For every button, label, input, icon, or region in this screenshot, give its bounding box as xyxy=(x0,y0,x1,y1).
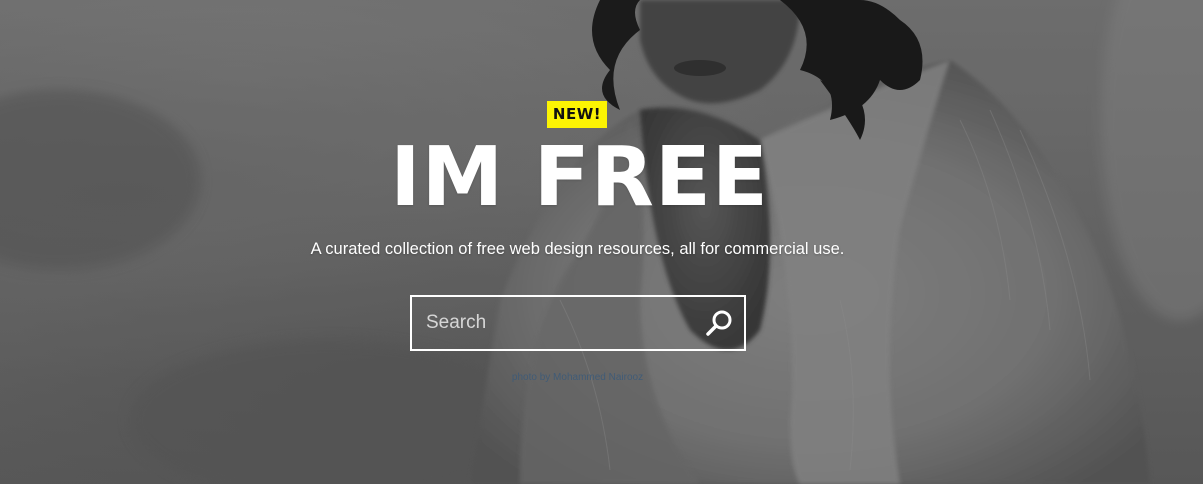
site-tagline: A curated collection of free web design … xyxy=(310,240,845,258)
new-badge: NEW! xyxy=(547,101,607,128)
search-form xyxy=(410,295,746,351)
hero-section: NEW! IM FREE A curated collection of fre… xyxy=(0,0,1203,484)
search-input[interactable] xyxy=(412,297,692,349)
search-icon xyxy=(702,310,736,343)
site-title: IM FREE xyxy=(390,130,769,225)
search-button[interactable] xyxy=(702,306,736,340)
hero-content: NEW! IM FREE A curated collection of fre… xyxy=(0,0,1203,484)
photo-credit-link[interactable]: photo by Mohammed Nairooz xyxy=(0,372,1155,384)
